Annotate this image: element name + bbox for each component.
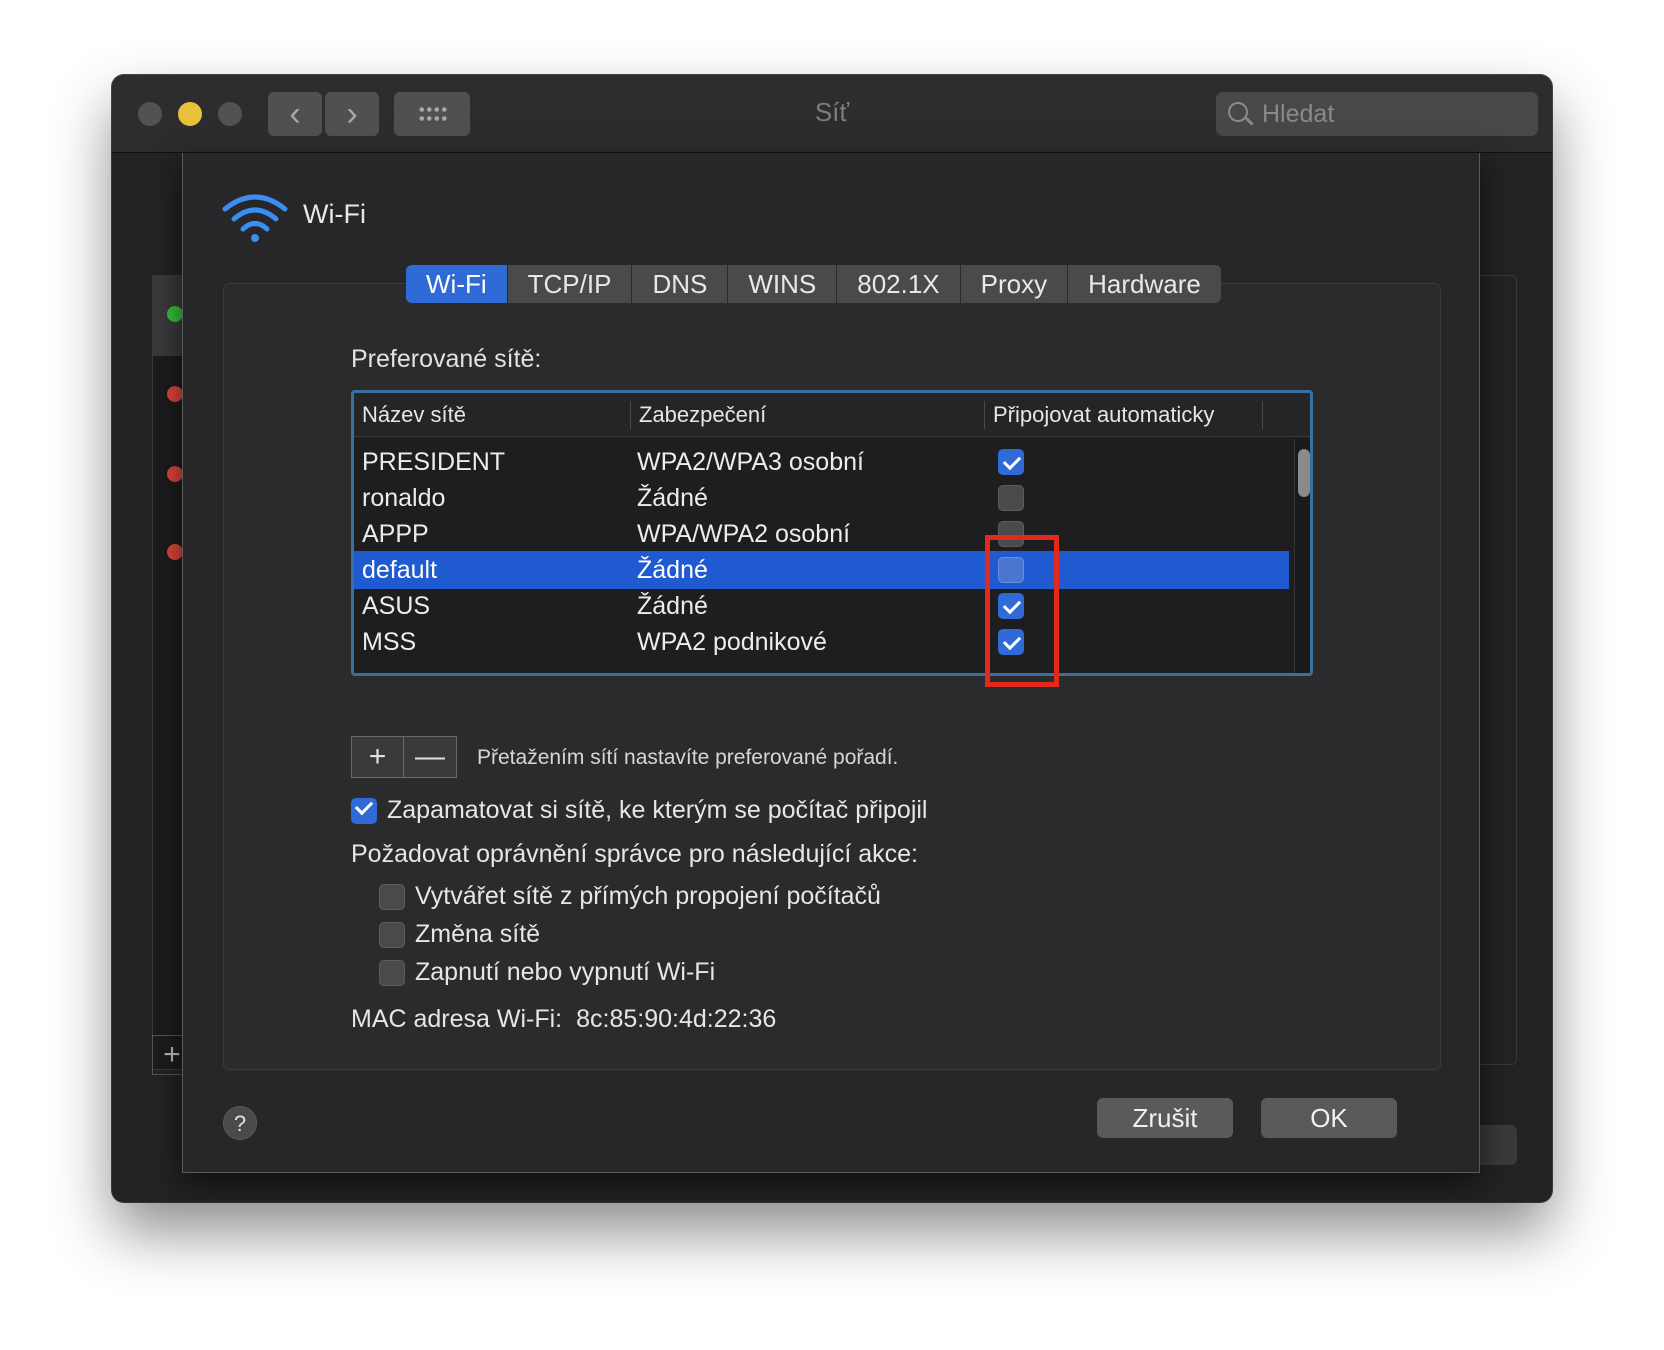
computer-to-computer-label: Vytvářet sítě z přímých propojení počíta… <box>415 882 881 910</box>
admin-option-change-network[interactable]: Změna sítě <box>379 919 540 949</box>
sheet-title: Wi-Fi <box>303 199 366 229</box>
table-row-selected[interactable]: default Žádné <box>354 551 1289 589</box>
add-network-button[interactable]: + <box>352 737 404 777</box>
table-header: Název sítě Zabezpečení Připojovat automa… <box>354 393 1310 437</box>
ok-button[interactable]: OK <box>1261 1098 1397 1138</box>
settings-tabs: Wi-Fi TCP/IP DNS WINS 802.1X Proxy Hardw… <box>406 265 1221 303</box>
tab-wifi[interactable]: Wi-Fi <box>406 265 508 303</box>
add-remove-control: + — <box>351 736 457 778</box>
network-name: default <box>362 556 438 584</box>
reorder-hint: Přetažením sítí nastavíte preferované po… <box>477 746 899 769</box>
search-icon <box>1228 102 1248 122</box>
preferences-window: ‹ › Síť Hledat + Wi-Fi Wi-Fi TCP/IP DNS <box>112 75 1552 1202</box>
auto-join-checkbox[interactable] <box>998 485 1024 511</box>
admin-option-computer-to-computer[interactable]: Vytvářet sítě z přímých propojení počíta… <box>379 881 881 911</box>
network-security: WPA2/WPA3 osobní <box>637 448 864 476</box>
status-dot-red-icon <box>167 466 183 482</box>
search-field[interactable]: Hledat <box>1216 92 1538 136</box>
search-placeholder: Hledat <box>1262 100 1335 128</box>
remember-networks-checkbox[interactable] <box>351 798 377 825</box>
network-security: Žádné <box>637 484 708 512</box>
network-name: PRESIDENT <box>362 448 506 476</box>
tab-8021x[interactable]: 802.1X <box>837 265 961 303</box>
status-dot-green-icon <box>167 306 183 322</box>
computer-to-computer-checkbox[interactable] <box>379 884 405 911</box>
toggle-wifi-checkbox[interactable] <box>379 960 405 987</box>
network-security: WPA2 podnikové <box>637 628 827 656</box>
tab-hardware[interactable]: Hardware <box>1068 265 1221 303</box>
mac-address-value: 8c:85:90:4d:22:36 <box>576 1005 777 1033</box>
title-bar: ‹ › Síť Hledat <box>112 75 1552 153</box>
status-dot-red-icon <box>167 386 183 402</box>
remember-networks-option[interactable]: Zapamatovat si sítě, ke kterým se počíta… <box>351 795 928 825</box>
column-header-empty <box>1262 401 1292 429</box>
tab-tcpip[interactable]: TCP/IP <box>508 265 633 303</box>
toggle-wifi-label: Zapnutí nebo vypnutí Wi-Fi <box>415 958 716 986</box>
mac-address-label: MAC adresa Wi-Fi: <box>351 1005 563 1033</box>
network-name: ASUS <box>362 592 431 620</box>
column-header-auto-join[interactable]: Připojovat automaticky <box>984 401 1214 429</box>
network-security: Žádné <box>637 556 708 584</box>
remove-network-button[interactable]: — <box>404 737 456 777</box>
wifi-icon <box>222 194 288 242</box>
wifi-settings-sheet: Wi-Fi Wi-Fi TCP/IP DNS WINS 802.1X Proxy… <box>182 153 1480 1173</box>
tab-dns[interactable]: DNS <box>632 265 729 303</box>
annotation-highlight-box <box>985 535 1059 687</box>
column-header-security[interactable]: Zabezpečení <box>630 401 766 429</box>
status-dot-red-icon <box>167 544 183 560</box>
preferred-networks-label: Preferované sítě: <box>351 345 542 373</box>
background-panel-edge <box>1477 275 1517 1065</box>
network-name: MSS <box>362 628 417 656</box>
preferred-networks-table[interactable]: Název sítě Zabezpečení Připojovat automa… <box>351 390 1313 676</box>
network-security: Žádné <box>637 592 708 620</box>
mac-address-row: MAC adresa Wi-Fi: 8c:85:90:4d:22:36 <box>351 1005 776 1034</box>
table-row[interactable]: PRESIDENT WPA2/WPA3 osobní <box>354 443 1289 481</box>
background-button-edge <box>1477 1125 1517 1165</box>
change-network-checkbox[interactable] <box>379 922 405 949</box>
cancel-button[interactable]: Zrušit <box>1097 1098 1233 1138</box>
network-security: WPA/WPA2 osobní <box>637 520 851 548</box>
auto-join-checkbox[interactable] <box>998 449 1024 475</box>
table-row[interactable]: APPP WPA/WPA2 osobní <box>354 515 1289 553</box>
admin-permission-label: Požadovat oprávnění správce pro následuj… <box>351 840 919 868</box>
remember-networks-label: Zapamatovat si sítě, ke kterým se počíta… <box>387 796 928 824</box>
change-network-label: Změna sítě <box>415 920 541 948</box>
admin-option-toggle-wifi[interactable]: Zapnutí nebo vypnutí Wi-Fi <box>379 957 715 987</box>
help-button[interactable]: ? <box>223 1106 257 1140</box>
table-scrollbar[interactable] <box>1294 439 1310 673</box>
tab-proxy[interactable]: Proxy <box>961 265 1069 303</box>
tab-wins[interactable]: WINS <box>728 265 838 303</box>
table-row[interactable]: ronaldo Žádné <box>354 479 1289 517</box>
table-row[interactable]: MSS WPA2 podnikové <box>354 623 1289 661</box>
column-header-name[interactable]: Název sítě <box>354 401 466 429</box>
scrollbar-thumb[interactable] <box>1298 449 1310 497</box>
network-name: APPP <box>362 520 429 548</box>
network-name: ronaldo <box>362 484 446 512</box>
table-row[interactable]: ASUS Žádné <box>354 587 1289 625</box>
